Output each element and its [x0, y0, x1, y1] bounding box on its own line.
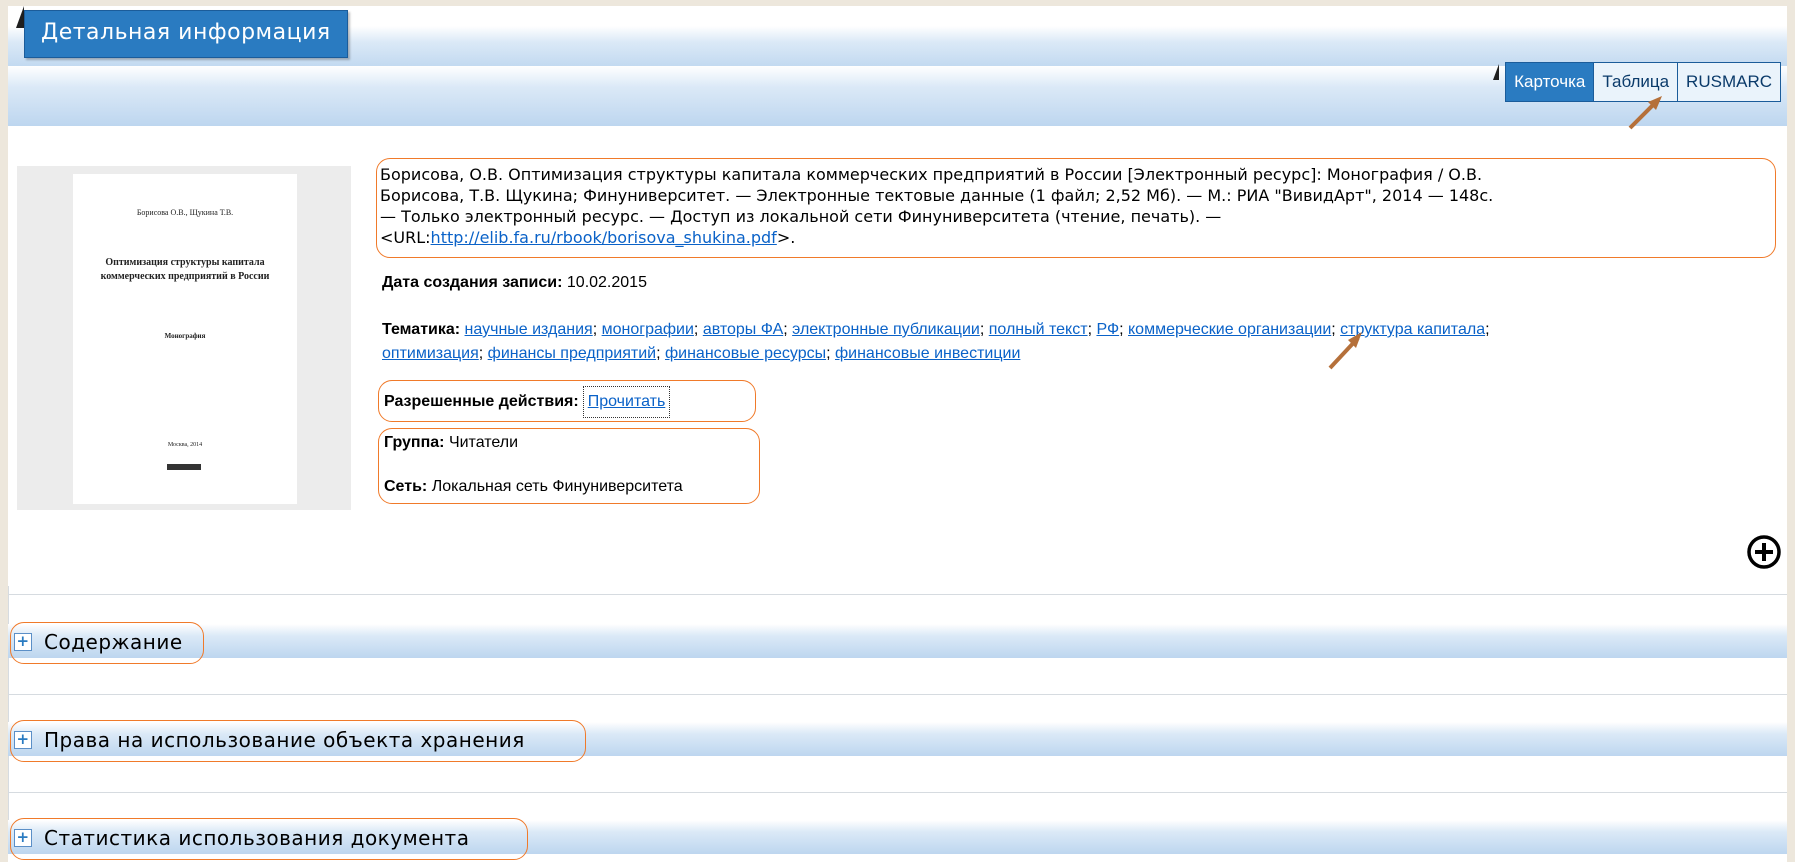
section-title: Статистика использования документа	[44, 826, 470, 850]
network-value: Локальная сеть Финуниверситета	[431, 478, 683, 495]
created-date-label: Дата создания записи:	[382, 274, 563, 291]
section-title: Права на использование объекта хранения	[44, 728, 525, 752]
created-date-row: Дата создания записи: 10.02.2015	[382, 274, 647, 292]
topics-line: оптимизация; финансы предприятий; финанс…	[382, 345, 1021, 362]
topic-link[interactable]: оптимизация	[382, 345, 479, 362]
topic-link[interactable]: полный текст	[989, 321, 1088, 338]
topic-link[interactable]: электронные публикации	[792, 321, 980, 338]
read-button[interactable]: Прочитать	[582, 386, 671, 418]
topic-link[interactable]: финансы предприятий	[488, 345, 656, 362]
cover-thumbnail[interactable]: Борисова О.В., Щукина Т.В. Оптимизация с…	[17, 166, 351, 510]
topics-label: Тематика:	[382, 321, 461, 338]
arrow-icon	[1328, 332, 1362, 370]
url-prefix: <URL:	[380, 228, 431, 247]
document-url-link[interactable]: http://elib.fa.ru/rbook/borisova_shukina…	[431, 228, 777, 247]
cover-logo	[167, 464, 201, 470]
cover-authors: Борисова О.В., Щукина Т.В.	[136, 208, 234, 217]
section-band	[8, 624, 1787, 658]
bibliographic-description: Борисова, О.В. Оптимизация структуры кап…	[380, 164, 1770, 248]
description-line: Борисова, О.В. Оптимизация структуры кап…	[380, 165, 1483, 184]
description-line: Борисова, Т.В. Щукина; Финуниверситет. —…	[380, 186, 1494, 205]
tab-card[interactable]: Карточка	[1506, 63, 1595, 101]
divider	[8, 792, 1787, 793]
topic-link[interactable]: монографии	[602, 321, 694, 338]
page: Детальная информация Карточка Таблица RU…	[8, 6, 1787, 862]
topic-link[interactable]: коммерческие организации	[1128, 321, 1331, 338]
topics-line: Тематика: научные издания; монографии; а…	[382, 321, 1490, 338]
description-line: — Только электронный ресурс. — Доступ из…	[380, 207, 1222, 226]
plus-box-icon[interactable]: +	[14, 633, 32, 651]
description-url-line: <URL:http://elib.fa.ru/rbook/borisova_sh…	[380, 227, 1770, 248]
arrow-icon	[1628, 96, 1662, 130]
topic-link[interactable]: авторы ФА	[703, 321, 783, 338]
actions-row: Разрешенные действия: Прочитать	[384, 386, 671, 418]
group-value: Читатели	[448, 434, 519, 451]
section-statistics[interactable]: + Статистика использования документа	[12, 820, 475, 856]
plus-circle-icon[interactable]	[1746, 534, 1782, 570]
cover-page: Борисова О.В., Щукина Т.В. Оптимизация с…	[73, 174, 297, 504]
created-date-value: 10.02.2015	[566, 274, 647, 291]
network-label: Сеть:	[384, 478, 428, 495]
cover-place: Москва, 2014	[167, 442, 203, 448]
url-suffix: >.	[776, 228, 796, 247]
cover-title: Оптимизация структуры капитала коммерчес…	[100, 257, 270, 282]
tab-notch	[1493, 64, 1499, 80]
topics-row: Тематика: научные издания; монографии; а…	[382, 318, 1490, 366]
section-title: Содержание	[44, 630, 183, 654]
network-row: Сеть: Локальная сеть Финуниверситета	[384, 478, 683, 496]
topic-link[interactable]: научные издания	[465, 321, 593, 338]
read-link[interactable]: Прочитать	[588, 393, 666, 410]
group-row: Группа: Читатели	[384, 434, 518, 452]
divider	[8, 694, 1787, 695]
cover-subtitle: Монография	[164, 332, 206, 340]
section-contents[interactable]: + Содержание	[12, 624, 189, 660]
tab-rusmarc[interactable]: RUSMARC	[1678, 63, 1780, 101]
section-rights[interactable]: + Права на использование объекта хранени…	[12, 722, 531, 758]
page-title: Детальная информация	[24, 10, 348, 58]
divider	[8, 594, 1787, 595]
plus-box-icon[interactable]: +	[14, 731, 32, 749]
topic-link[interactable]: финансовые инвестиции	[835, 345, 1020, 362]
topic-link[interactable]: РФ	[1096, 321, 1119, 338]
topic-link[interactable]: финансовые ресурсы	[665, 345, 826, 362]
group-label: Группа:	[384, 434, 445, 451]
header-notch	[16, 6, 24, 28]
plus-box-icon[interactable]: +	[14, 829, 32, 847]
actions-label: Разрешенные действия:	[384, 393, 579, 410]
